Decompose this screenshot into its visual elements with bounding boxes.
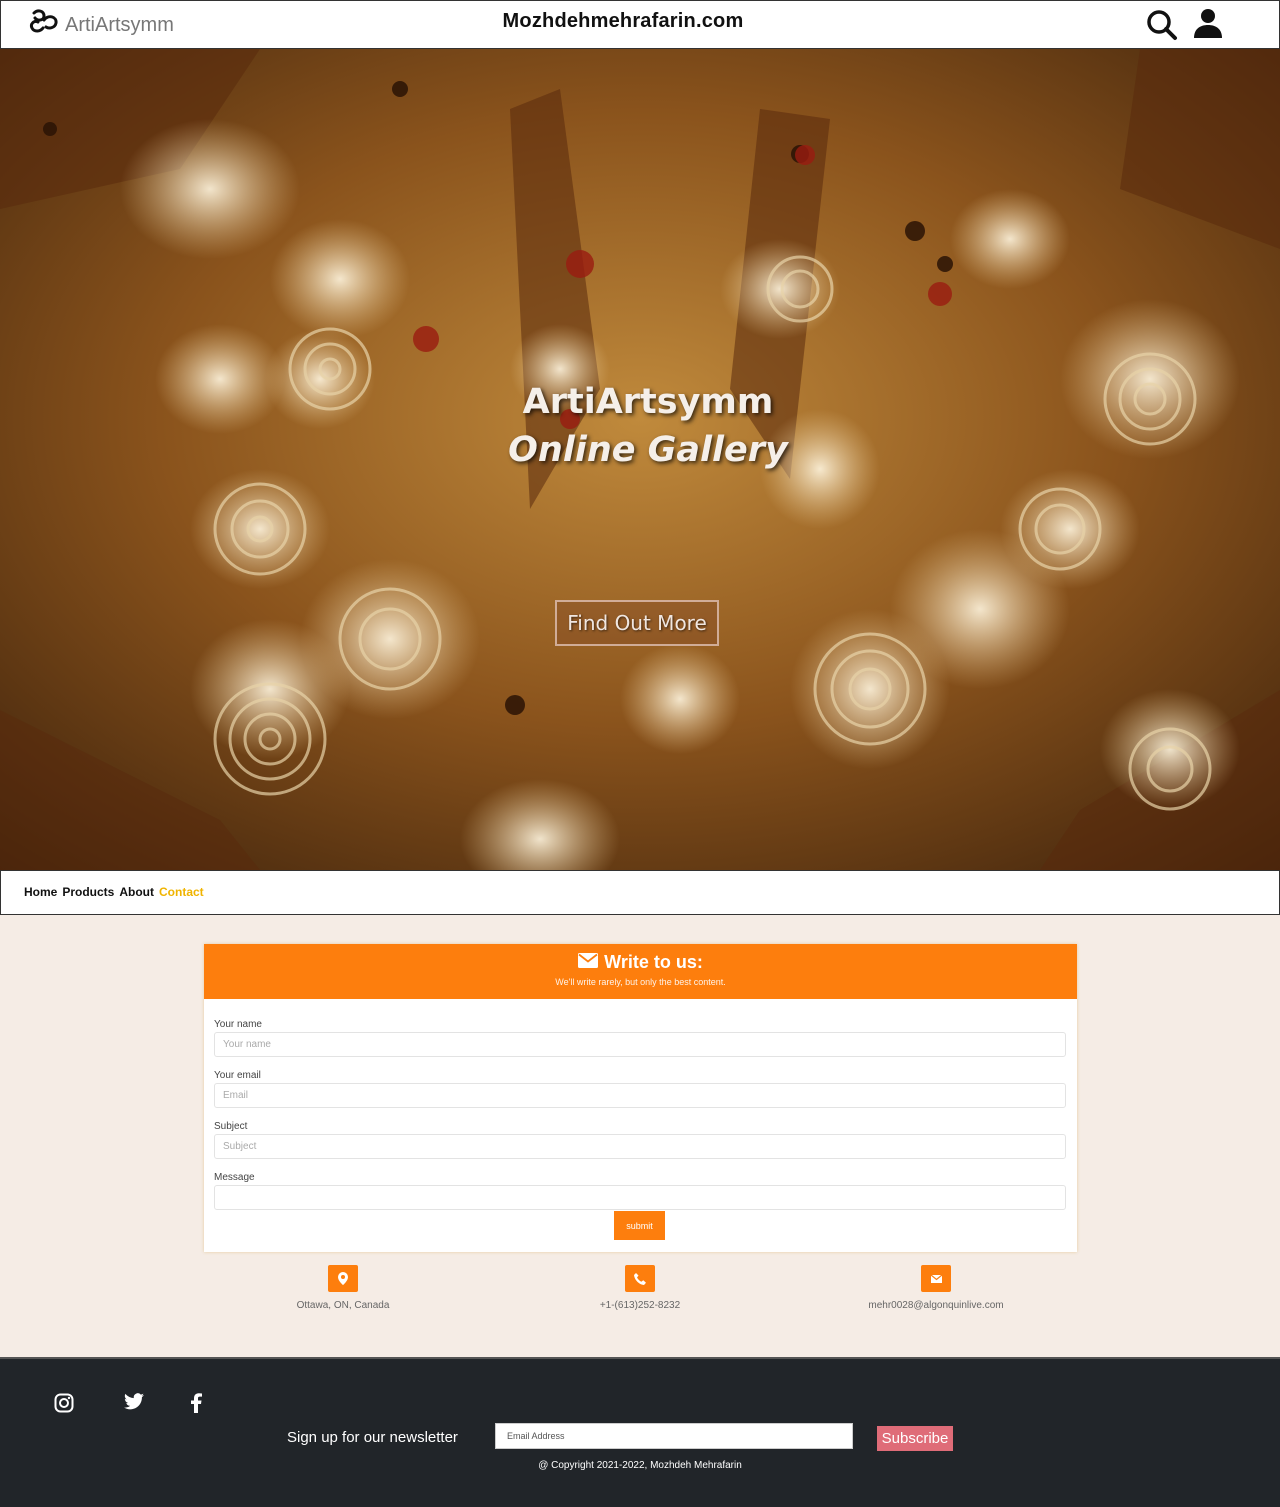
email-input[interactable]: Email <box>214 1083 1066 1108</box>
contact-form-title: Write to us: <box>604 952 703 972</box>
name-input[interactable]: Your name <box>214 1032 1066 1057</box>
site-title: Mozhdehmehrafarin.com <box>502 10 744 32</box>
hero-banner: ArtiArtsymm Online Gallery Find Out More <box>0 49 1280 870</box>
message-input[interactable] <box>214 1185 1066 1210</box>
nav-about[interactable]: About <box>119 885 154 899</box>
hero-title-line2: Online Gallery <box>508 430 788 470</box>
nav-home[interactable]: Home <box>24 885 57 899</box>
submit-button[interactable]: submit <box>614 1211 665 1240</box>
newsletter-email-input[interactable]: Email Address <box>495 1423 853 1449</box>
map-marker-icon <box>328 1265 358 1292</box>
envelope-icon <box>578 952 599 973</box>
main-nav: Home Products About Contact <box>0 870 1280 915</box>
twitter-icon[interactable] <box>124 1393 144 1418</box>
contact-info-phone: +1-(613)252-8232 <box>530 1265 750 1311</box>
contact-form-header: Write to us: We'll write rarely, but onl… <box>204 944 1077 999</box>
subject-label: Subject <box>214 1121 248 1132</box>
message-label: Message <box>214 1172 255 1183</box>
top-header: ArtiArtsymm Mozhdehmehrafarin.com <box>0 0 1280 49</box>
phone-text: +1-(613)252-8232 <box>599 1300 681 1311</box>
email-text: mehr0028@algonquinlive.com <box>868 1300 1004 1311</box>
instagram-icon[interactable] <box>54 1393 74 1418</box>
newsletter-label: Sign up for our newsletter <box>287 1429 458 1446</box>
name-label: Your name <box>214 1019 262 1030</box>
location-text: Ottawa, ON, Canada <box>296 1300 390 1311</box>
nav-contact[interactable]: Contact <box>159 885 204 899</box>
nav-products[interactable]: Products <box>62 885 114 899</box>
contact-form-card: Write to us: We'll write rarely, but onl… <box>204 944 1077 1252</box>
contact-info-location: Ottawa, ON, Canada <box>233 1265 453 1311</box>
contact-form-subtitle: We'll write rarely, but only the best co… <box>555 977 726 987</box>
email-label: Your email <box>214 1070 261 1081</box>
hero-title: ArtiArtsymm Online Gallery <box>0 379 1280 475</box>
hero-title-line1: ArtiArtsymm <box>522 382 774 422</box>
contact-info-email: mehr0028@algonquinlive.com <box>826 1265 1046 1311</box>
copyright-text: @ Copyright 2021-2022, Mozhdeh Mehrafari… <box>538 1460 742 1471</box>
user-icon[interactable] <box>1191 7 1225 46</box>
search-icon[interactable] <box>1145 7 1179 46</box>
envelope-icon <box>921 1265 951 1292</box>
phone-icon <box>625 1265 655 1292</box>
facebook-icon[interactable] <box>190 1393 202 1418</box>
find-out-more-button[interactable]: Find Out More <box>555 600 719 646</box>
subject-input[interactable]: Subject <box>214 1134 1066 1159</box>
subscribe-button[interactable]: Subscribe <box>877 1426 953 1451</box>
footer: Sign up for our newsletter Email Address… <box>0 1357 1280 1507</box>
